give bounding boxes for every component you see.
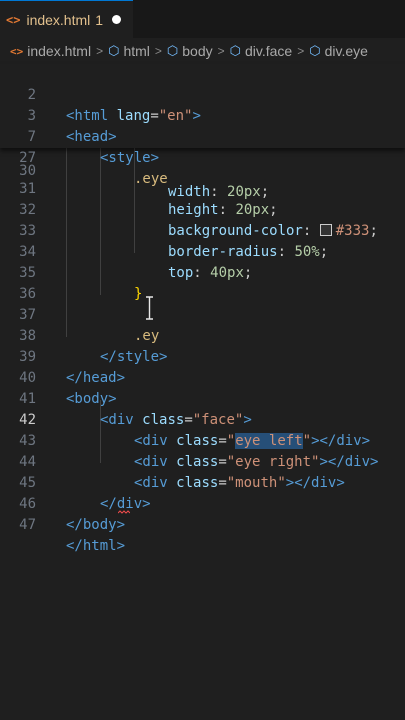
html-file-icon: <> <box>6 12 21 27</box>
code-line[interactable]: 44 <div class="mouth"></div> <box>0 431 405 491</box>
html-file-icon: <> <box>10 44 24 58</box>
breadcrumb-item-div-face[interactable]: ⬡ div.face <box>230 43 293 59</box>
code-line[interactable]: 34 top: 40px; <box>0 221 405 281</box>
code-text: <style> <box>100 150 160 166</box>
problem-count-badge: 1 <box>95 11 104 28</box>
breadcrumb-item-html[interactable]: ⬡ html <box>108 43 150 59</box>
sticky-line[interactable]: 3 <head> <box>0 85 405 145</box>
code-line[interactable]: 31 height: 20px; <box>0 158 405 218</box>
code-line[interactable]: 45 </div> <box>0 452 405 512</box>
tab-index-html[interactable]: <> index.html 1 <box>0 0 133 38</box>
chevron-right-icon: > <box>217 44 225 58</box>
code-line[interactable]: 33 border-radius: 50%; <box>0 200 405 260</box>
code-text: .eye <box>134 171 168 187</box>
code-line[interactable]: 43 <div class="eye right"></div> <box>0 410 405 470</box>
sticky-line[interactable]: 27 .eye <box>0 127 405 187</box>
code-line[interactable]: 47 </html> <box>0 494 405 554</box>
code-line[interactable]: 32 background-color: #333; <box>0 179 405 239</box>
code-line-active[interactable]: 42 <div class="eye left"></div> <box>0 389 405 449</box>
text-cursor-icon <box>146 296 153 320</box>
code-line[interactable]: 38 </style> <box>0 305 405 365</box>
chevron-right-icon: > <box>154 44 162 58</box>
breadcrumb-item-label: div.eye <box>324 43 368 59</box>
sticky-line[interactable]: 2 <html lang="en"> <box>0 64 405 124</box>
line-number: 27 <box>19 150 36 166</box>
breadcrumb-file-label: index.html <box>27 43 92 59</box>
breadcrumb-item-label: html <box>123 43 150 59</box>
chevron-right-icon: > <box>96 44 104 58</box>
breadcrumb: <> index.html > ⬡ html > ⬡ body > ⬡ div.… <box>0 38 405 64</box>
code-text: </html> <box>66 538 126 554</box>
line-number: 47 <box>19 517 36 533</box>
unsaved-dot-icon[interactable] <box>112 15 122 24</box>
tab-label: index.html <box>26 11 91 28</box>
code-editor[interactable]: 30 width: 20px; 31 height: 20px; 32 back… <box>0 64 405 720</box>
code-line[interactable]: 36 <box>0 263 405 302</box>
code-text: </body> <box>66 517 126 533</box>
code-line[interactable]: 39 </head> <box>0 326 405 386</box>
code-line[interactable]: 41 <div class="face"> <box>0 368 405 428</box>
code-line[interactable]: 37 .ey <box>0 284 405 344</box>
breadcrumb-item-label: body <box>182 43 213 59</box>
sticky-scroll-header[interactable]: 2 <html lang="en"> 3 <head> 7 <style> 27… <box>0 64 405 187</box>
code-line[interactable]: 35 } <box>0 242 405 302</box>
code-line[interactable]: 46 </body> <box>0 473 405 533</box>
element-cube-icon: ⬡ <box>108 43 120 59</box>
element-cube-icon: ⬡ <box>166 43 179 59</box>
element-cube-icon: ⬡ <box>309 43 321 59</box>
breadcrumb-file[interactable]: <> index.html <box>10 43 91 59</box>
sticky-line[interactable]: 7 <style> <box>0 106 405 166</box>
code-line[interactable]: 40 <body> <box>0 347 405 407</box>
chevron-right-icon: > <box>297 44 305 58</box>
error-squiggle-icon <box>118 510 130 514</box>
tab-bar: <> index.html 1 <box>0 0 405 39</box>
breadcrumb-item-div-eye[interactable]: ⬡ div.eye <box>309 43 368 59</box>
breadcrumb-item-label: div.face <box>245 43 293 59</box>
breadcrumb-item-body[interactable]: ⬡ body <box>167 43 213 59</box>
element-cube-icon: ⬡ <box>229 43 241 59</box>
